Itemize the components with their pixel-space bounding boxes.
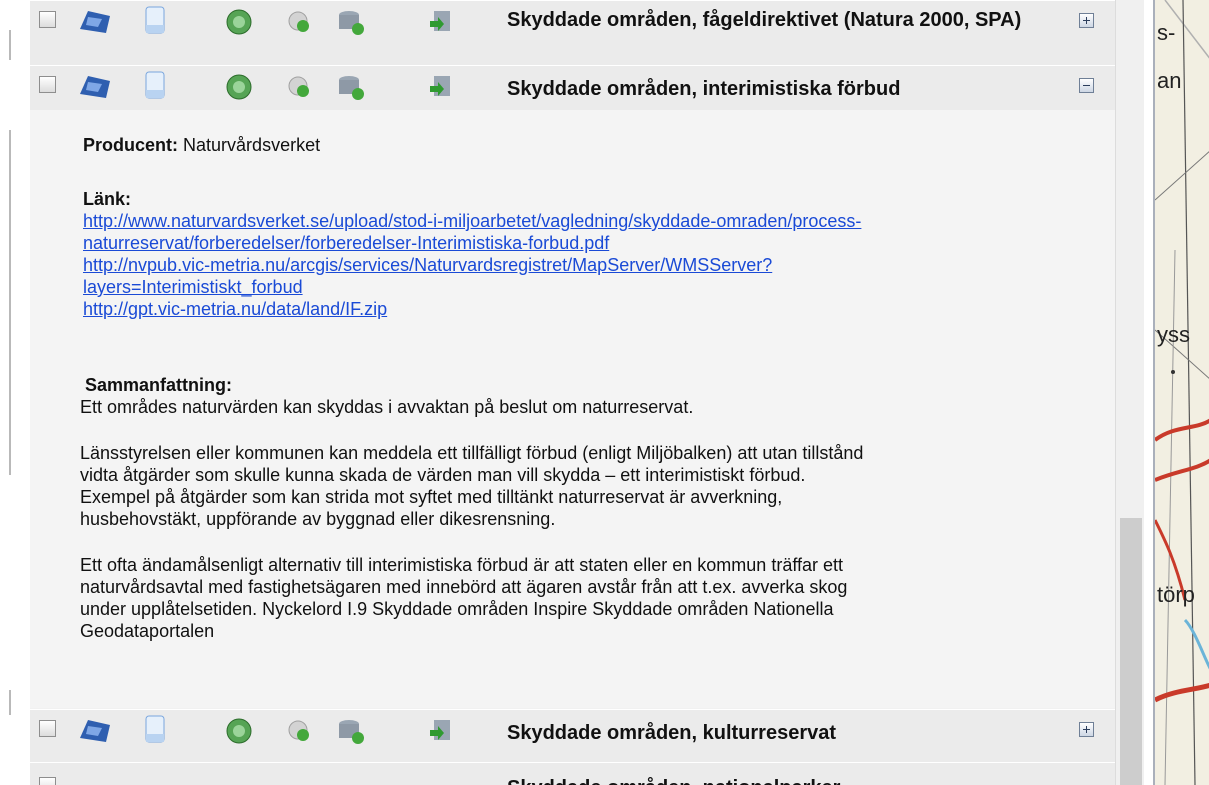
expand-icon[interactable] — [1079, 13, 1094, 28]
left-edge — [0, 0, 30, 785]
summary-line: Länsstyrelsen eller kommunen kan meddela… — [80, 443, 864, 463]
database-add-icon[interactable] — [336, 72, 366, 102]
add-service-icon[interactable] — [286, 74, 312, 100]
zoom-to-layer-icon[interactable] — [224, 7, 254, 37]
summary-line — [80, 418, 1100, 440]
layer-row[interactable]: Skyddade områden, interimistiska förbud — [30, 65, 1115, 111]
link-wms-line2[interactable]: layers=Interimistiskt_forbud — [83, 276, 1103, 298]
scrollbar-thumb[interactable] — [1120, 518, 1142, 785]
map-label: törp — [1157, 582, 1195, 607]
layer-row[interactable]: Skyddade områden, kulturreservat — [30, 709, 1115, 762]
summary-line — [80, 530, 1100, 552]
map-label: an — [1157, 68, 1182, 93]
layer-details: Producent: Naturvårdsverket Länk: http:/… — [30, 110, 1115, 708]
scrollbar[interactable] — [1115, 0, 1144, 785]
left-tick — [9, 130, 11, 475]
zoom-to-layer-icon[interactable] — [224, 716, 254, 746]
link-zip[interactable]: http://gpt.vic-metria.nu/data/land/IF.zi… — [83, 298, 1103, 320]
left-tick — [9, 690, 11, 715]
summary-line: vidta åtgärder som skulle kunna skada de… — [80, 465, 806, 485]
add-service-icon[interactable] — [286, 9, 312, 35]
producer-value: Naturvårdsverket — [183, 135, 321, 155]
link-label: Länk: — [83, 189, 132, 209]
layer-checkbox[interactable] — [39, 76, 56, 93]
document-icon[interactable] — [144, 714, 166, 744]
layer-title: Skyddade områden, nationalparker — [507, 777, 1047, 785]
producer-line: Producent: Naturvårdsverket — [83, 134, 1103, 156]
add-service-icon[interactable] — [286, 718, 312, 744]
download-icon[interactable] — [428, 74, 454, 100]
layer-checkbox[interactable] — [39, 11, 56, 28]
database-add-icon[interactable] — [336, 7, 366, 37]
summary-line: Exempel på åtgärder som kan strida mot s… — [80, 487, 783, 507]
map-label: s- — [1157, 20, 1176, 45]
expand-icon[interactable] — [1079, 722, 1094, 737]
layer-checkbox[interactable] — [39, 777, 56, 785]
layer-list-panel: Skyddade områden, fågeldirektivet (Natur… — [30, 0, 1115, 785]
summary-line: under upplåtelsetiden. Nyckelord I.9 Sky… — [80, 599, 834, 619]
zoom-to-layer-icon[interactable] — [224, 72, 254, 102]
summary-line: Ett ofta ändamålsenligt alternativ till … — [80, 555, 844, 575]
map-background — [1155, 0, 1209, 785]
left-tick — [9, 30, 11, 60]
layer-title: Skyddade områden, kulturreservat — [507, 722, 837, 744]
download-icon[interactable] — [428, 9, 454, 35]
summary-line: husbehovstäkt, uppförande av byggnad ell… — [80, 509, 556, 529]
layer-checkbox[interactable] — [39, 720, 56, 737]
summary-label: Sammanfattning: — [85, 375, 233, 395]
summary-text: Ett områdes naturvärden kan skyddas i av… — [80, 396, 1100, 642]
layer-row[interactable]: Skyddade områden, nationalparker — [30, 762, 1115, 785]
layer-map-icon[interactable] — [76, 716, 114, 744]
layer-map-icon[interactable] — [76, 72, 114, 100]
document-icon[interactable] — [144, 5, 166, 35]
download-icon[interactable] — [428, 718, 454, 744]
layer-title: Skyddade områden, interimistiska förbud — [507, 78, 901, 100]
producer-label: Producent: — [83, 135, 179, 155]
map-view[interactable]: s- an yss törp — [1153, 0, 1209, 785]
layer-row[interactable]: Skyddade områden, fågeldirektivet (Natur… — [30, 0, 1115, 65]
map-label: yss — [1157, 322, 1190, 347]
document-icon[interactable] — [144, 70, 166, 100]
link-naturvardsverket-line2[interactable]: naturreservat/forberedelser/forberedelse… — [83, 232, 1103, 254]
summary-line: Ett områdes naturvärden kan skyddas i av… — [80, 397, 694, 417]
link-naturvardsverket-line1[interactable]: http://www.naturvardsverket.se/upload/st… — [83, 210, 1103, 232]
summary-line: naturvårdsavtal med fastighetsägaren med… — [80, 577, 848, 597]
collapse-icon[interactable] — [1079, 78, 1094, 93]
link-section: Länk: http://www.naturvardsverket.se/upl… — [83, 188, 1103, 320]
link-wms-line1[interactable]: http://nvpub.vic-metria.nu/arcgis/servic… — [83, 254, 1103, 276]
layer-map-icon[interactable] — [76, 7, 114, 35]
summary-label-block: Sammanfattning: — [85, 374, 1105, 396]
layer-title: Skyddade områden, fågeldirektivet (Natur… — [507, 9, 1022, 31]
database-add-icon[interactable] — [336, 716, 366, 746]
summary-line: Geodataportalen — [80, 621, 215, 641]
